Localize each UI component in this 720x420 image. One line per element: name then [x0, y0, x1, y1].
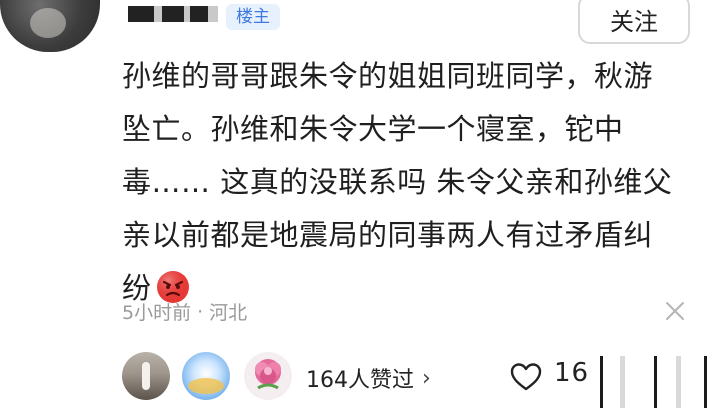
chevron-right-icon: ›: [422, 365, 431, 391]
post-meta: 5小时前 · 河北: [122, 298, 247, 325]
owner-badge: 楼主: [226, 4, 280, 30]
post-text-content: 孙维的哥哥跟朱令的姐姐同班同学，秋游坠亡。孙维和朱令大学一个寝室，铊中毒…… 这…: [122, 59, 673, 305]
liker-avatar-3[interactable]: [244, 352, 292, 400]
user-avatar[interactable]: [0, 0, 100, 52]
liker-avatar-2[interactable]: [182, 352, 230, 400]
username-redacted[interactable]: [128, 4, 218, 24]
peony-flower-icon: [255, 359, 281, 390]
likes-summary-text: 164人赞过: [306, 368, 414, 393]
meta-separator: ·: [197, 300, 204, 323]
liker-avatar-1[interactable]: [122, 352, 170, 400]
close-icon[interactable]: [664, 300, 686, 322]
heart-outline-icon[interactable]: [510, 362, 542, 392]
post-time: 5小时前: [122, 302, 192, 324]
post-location: 河北: [209, 302, 248, 324]
follow-button[interactable]: 关注: [578, 0, 690, 44]
like-count: 16: [554, 358, 590, 388]
post-text: 孙维的哥哥跟朱令的姐姐同班同学，秋游坠亡。孙维和朱令大学一个寝室，铊中毒…… 这…: [122, 50, 682, 315]
obscuring-overlay: [596, 350, 720, 420]
likes-summary-link[interactable]: 164人赞过 ›: [306, 362, 431, 394]
